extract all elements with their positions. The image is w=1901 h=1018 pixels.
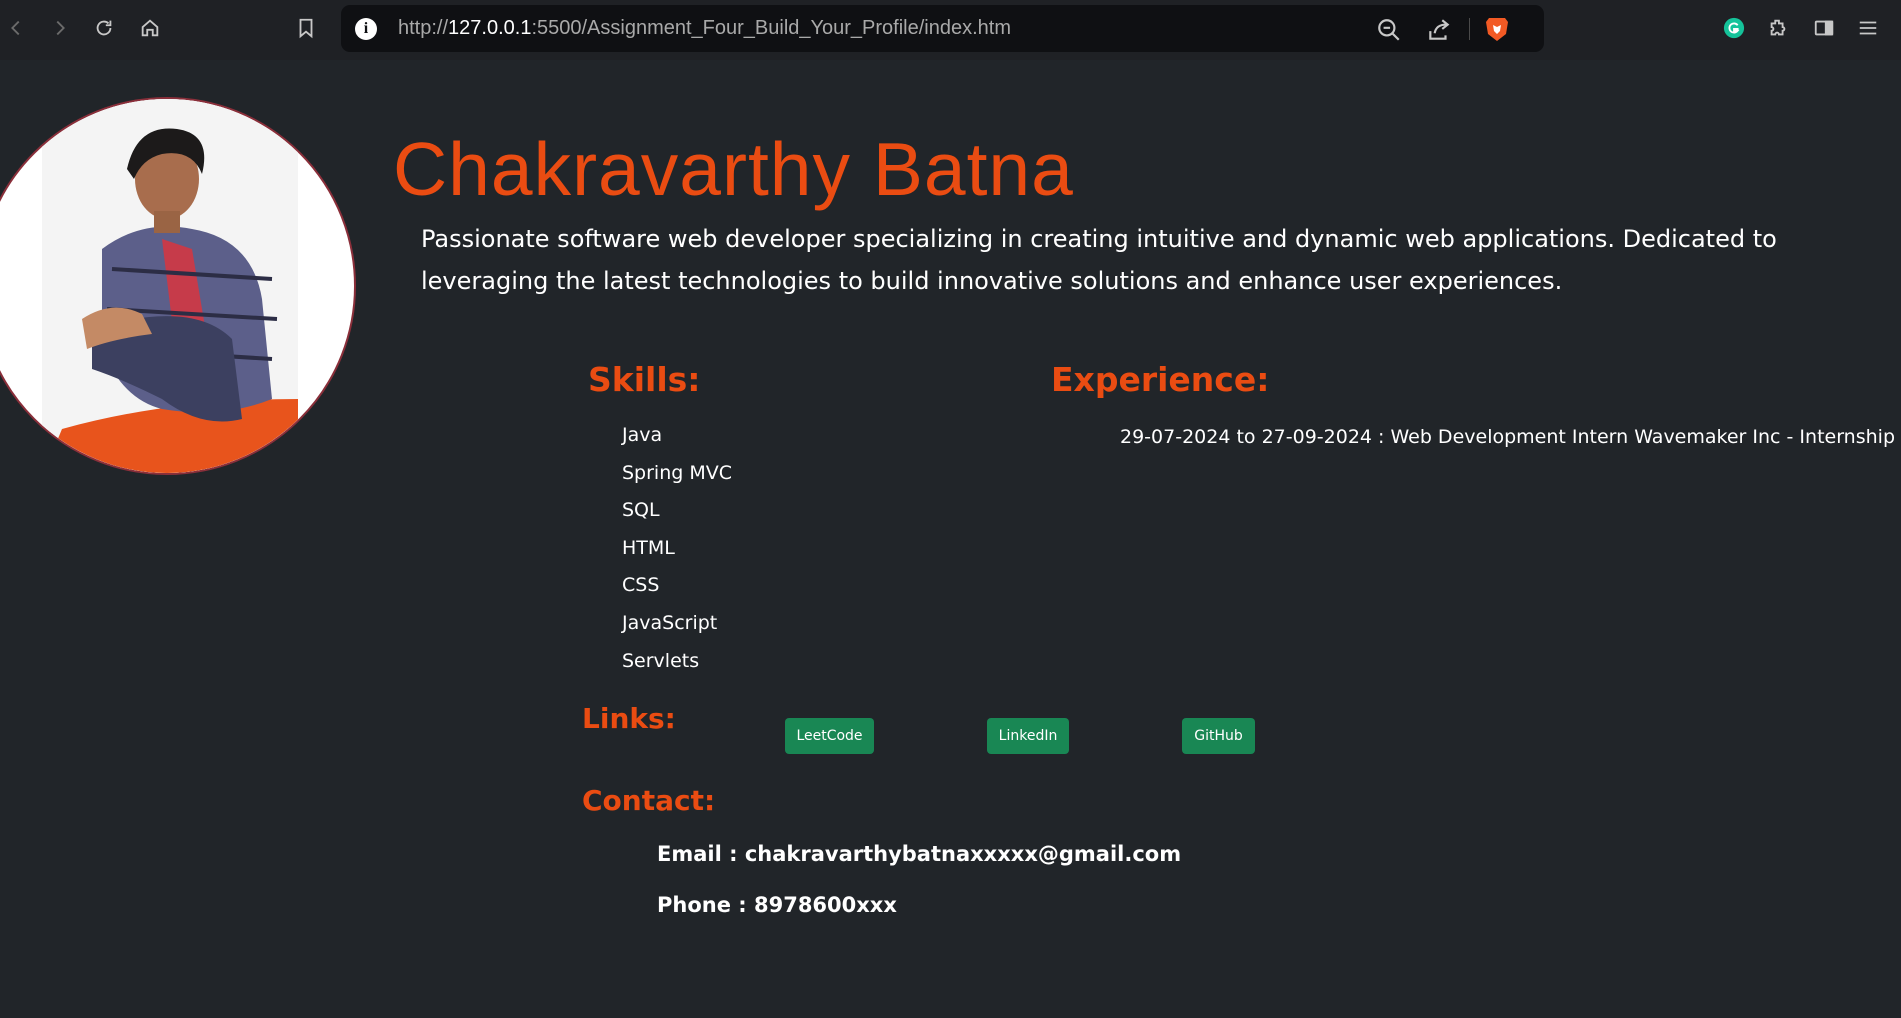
brave-shields-icon[interactable] <box>1484 15 1510 43</box>
contact-heading: Contact: <box>582 784 716 817</box>
leetcode-button[interactable]: LeetCode <box>785 718 874 754</box>
home-icon[interactable] <box>136 14 164 42</box>
links-heading: Links: <box>582 702 676 735</box>
skill-item: HTML <box>622 536 675 559</box>
github-button[interactable]: GitHub <box>1182 718 1255 754</box>
skill-item: Java <box>622 424 663 446</box>
sidebar-icon[interactable] <box>1810 14 1838 42</box>
profile-name: Chakravarthy Batna <box>393 127 1074 211</box>
skill-item: SQL <box>622 499 660 522</box>
bookmark-icon[interactable] <box>292 14 320 42</box>
skill-item: JavaScript <box>622 611 718 634</box>
address-bar-divider <box>1469 18 1470 40</box>
experience-heading: Experience: <box>1051 360 1270 399</box>
browser-toolbar: i http://127.0.0.1:5500/Assignment_Four_… <box>0 0 1901 60</box>
url-text[interactable]: http://127.0.0.1:5500/Assignment_Four_Bu… <box>398 17 1011 40</box>
skill-item: CSS <box>622 574 660 597</box>
skill-item: Servlets <box>622 649 700 672</box>
share-icon[interactable] <box>1426 17 1452 43</box>
profile-bio: Passionate software web developer specia… <box>421 225 1777 295</box>
reload-icon[interactable] <box>90 14 118 42</box>
contact-phone: Phone : 8978600xxx <box>657 893 897 917</box>
skills-heading: Skills: <box>588 360 701 399</box>
skills-list: Java Spring MVC SQL HTML CSS JavaScript … <box>622 420 732 683</box>
experience-item: 29-07-2024 to 27-09-2024 : Web Developme… <box>1120 426 1896 448</box>
profile-photo <box>0 97 356 475</box>
extensions-icon[interactable] <box>1764 14 1792 42</box>
forward-icon[interactable] <box>46 14 74 42</box>
grammarly-icon[interactable] <box>1720 14 1748 42</box>
contact-email: Email : chakravarthybatnaxxxxx@gmail.com <box>657 842 1182 866</box>
address-bar[interactable]: i http://127.0.0.1:5500/Assignment_Four_… <box>341 5 1544 52</box>
linkedin-button[interactable]: LinkedIn <box>987 718 1069 754</box>
profile-photo-image <box>42 99 298 473</box>
skill-item: Spring MVC <box>622 461 733 484</box>
zoom-out-icon[interactable] <box>1376 17 1402 43</box>
menu-icon[interactable] <box>1854 14 1882 42</box>
back-icon[interactable] <box>2 14 30 42</box>
site-info-icon[interactable]: i <box>355 18 377 40</box>
profile-page: Chakravarthy Batna Passionate software w… <box>0 60 1901 1018</box>
